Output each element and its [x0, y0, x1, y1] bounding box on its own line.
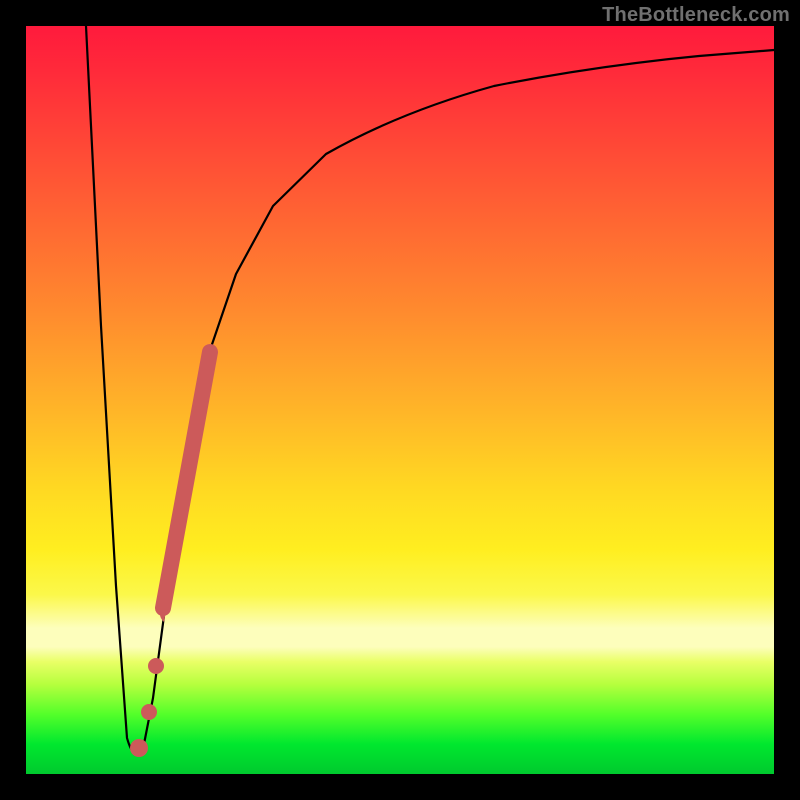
highlight-segment-line [163, 352, 210, 608]
bottleneck-curve [86, 26, 774, 754]
plot-area [26, 26, 774, 774]
plot-svg [26, 26, 774, 774]
chart-stage: TheBottleneck.com [0, 0, 800, 800]
highlight-dot-3 [130, 739, 148, 757]
watermark-text: TheBottleneck.com [602, 4, 790, 27]
highlight-dot-2 [141, 704, 157, 720]
highlight-dot-1 [148, 658, 164, 674]
